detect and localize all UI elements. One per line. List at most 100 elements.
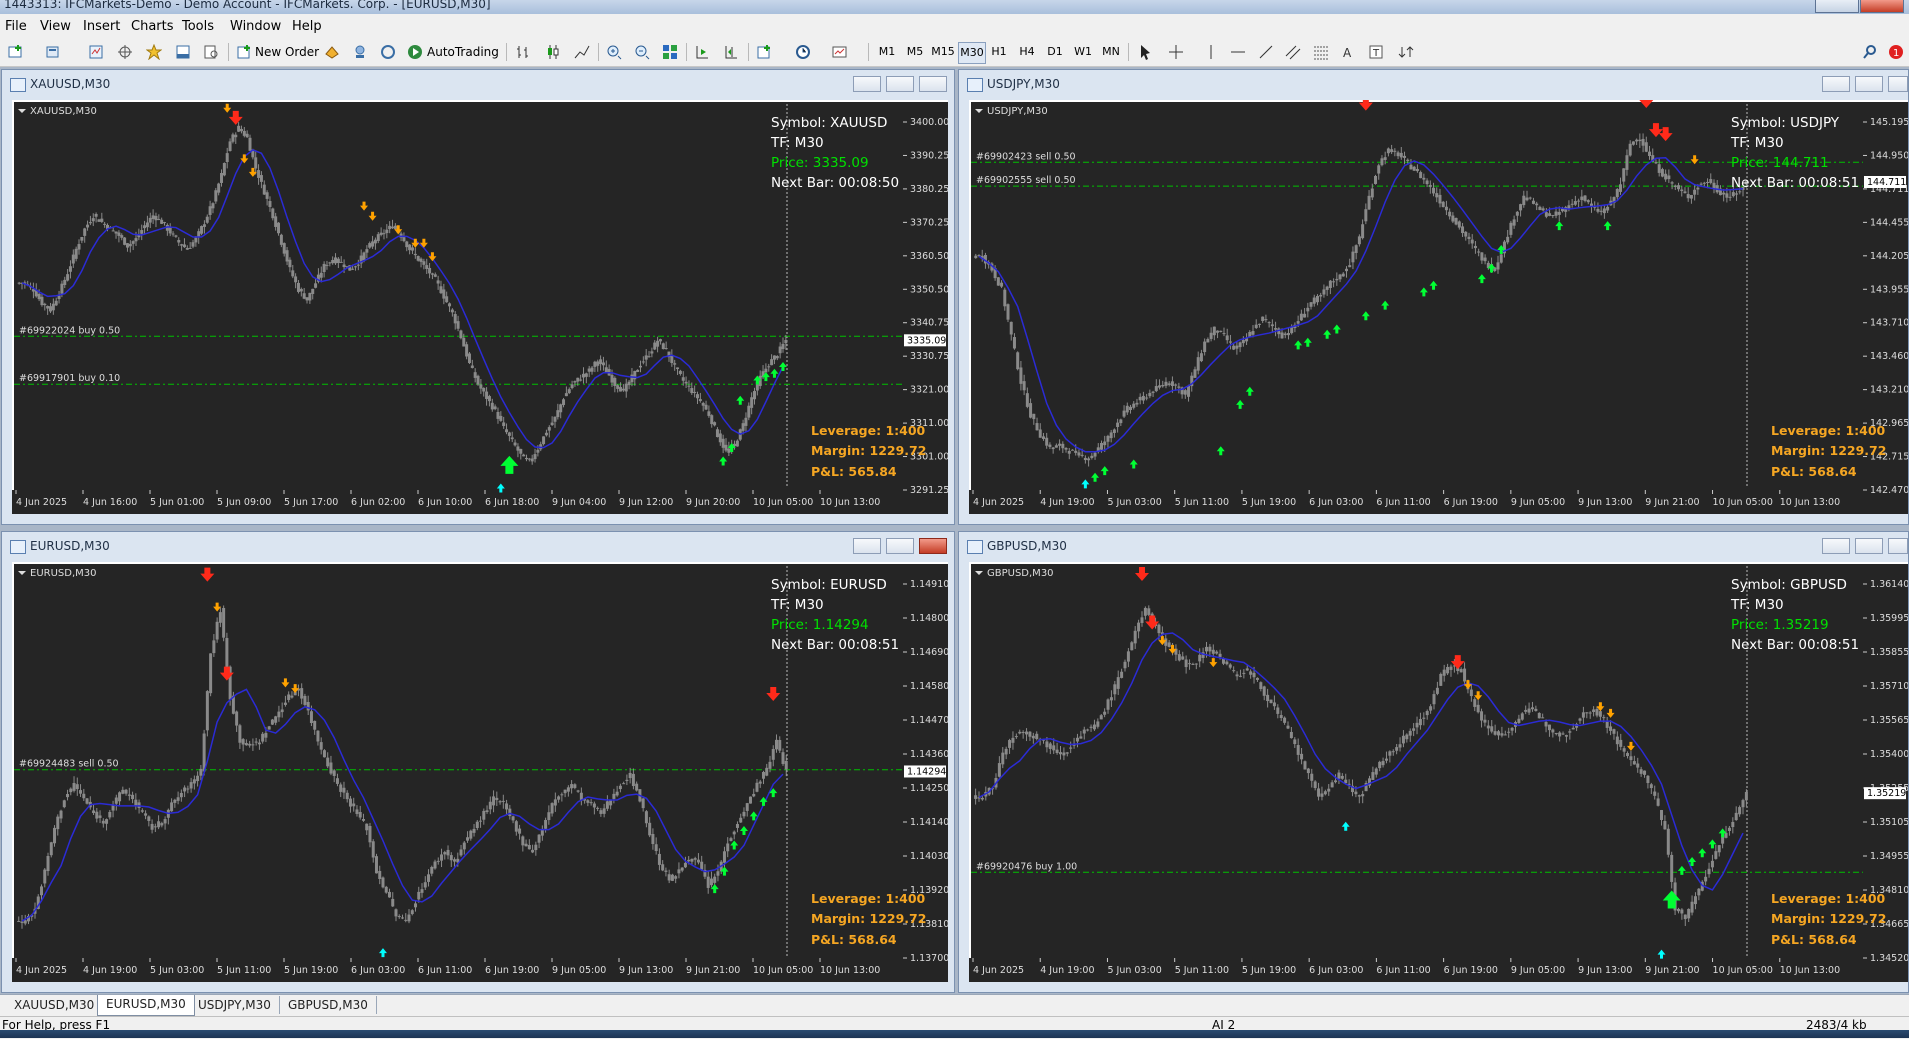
horizontal-line-icon[interactable] [1230,44,1246,60]
menu-help[interactable]: Help [292,19,322,34]
terminal-icon[interactable] [175,44,191,60]
close-app-button[interactable] [1860,0,1904,13]
menu-insert[interactable]: Insert [83,19,120,34]
market-icon[interactable] [380,44,396,60]
chart-symbol-label: USDJPY,M30 [987,106,1048,117]
window-minimize-button[interactable] [853,76,881,92]
chart-usdjpy[interactable]: USDJPY,M30 145.195 144.950 144.711 144.455 14… [969,100,1908,514]
zoom-in-icon[interactable] [606,44,622,60]
tf-h4[interactable]: H4 [1014,42,1040,62]
candle-body [1371,772,1375,780]
arrows-icon[interactable] [1398,44,1414,60]
title-bar: 1443313: IFCMarkets-Demo - Demo Account … [0,0,1909,14]
candle-body [101,820,105,824]
tf-m5[interactable]: M5 [902,42,928,62]
autotrading-icon[interactable] [407,44,423,60]
new-chart-icon[interactable] [8,44,24,60]
chart-window-usdjpy[interactable]: USDJPY,M30 USDJPY,M30 145.195 144.950 144.7… [958,69,1909,525]
window-restore-button[interactable] [1855,76,1883,92]
candle-body [698,399,702,402]
new-order-button[interactable]: New Order [255,42,319,62]
tab-gbpusd[interactable]: GBPUSD,M30 [280,996,377,1014]
candle-body [1588,712,1592,714]
candle-body [621,388,625,391]
candle-body [1527,708,1531,713]
templates-icon[interactable] [832,44,848,60]
candle-body [419,258,423,262]
text-label-icon[interactable]: T [1368,44,1384,60]
candle-body [557,796,561,800]
candlesticks-icon[interactable] [545,44,561,60]
signals-icon[interactable] [352,44,368,60]
autotrading-button[interactable]: AutoTrading [427,42,499,62]
chart-window-eurusd[interactable]: EURUSD,M30 EURUSD,M30 1.14910 1.14800 1.146… [1,531,955,993]
chart-shift-icon[interactable] [723,44,739,60]
tab-usdjpy[interactable]: USDJPY,M30 [190,996,280,1014]
window-minimize-button[interactable] [853,538,881,554]
window-close-button[interactable] [1888,76,1908,92]
chart-window-gbpusd[interactable]: GBPUSD,M30 GBPUSD,M30 1.36140 1.35995 1.358… [958,531,1909,993]
tile-windows-icon[interactable] [662,44,678,60]
data-window-icon[interactable] [117,44,133,60]
vertical-line-icon[interactable] [1203,44,1219,60]
tf-m30[interactable]: M30 [958,42,986,64]
menu-charts[interactable]: Charts [131,19,174,34]
text-icon[interactable]: A [1340,44,1356,60]
fibonacci-icon[interactable] [1313,44,1329,60]
notifications-icon[interactable]: 1 [1888,44,1904,60]
candle-body [329,762,333,774]
candle-body [285,250,289,262]
minimize-button[interactable] [1815,0,1859,13]
zoom-out-icon[interactable] [634,44,650,60]
window-restore-button[interactable] [886,538,914,554]
profiles-icon[interactable] [45,44,61,60]
strategy-tester-icon[interactable] [203,44,219,60]
tf-mn[interactable]: MN [1098,42,1124,62]
candle-body [257,742,261,745]
window-close-button[interactable] [919,538,947,554]
line-chart-icon[interactable] [574,44,590,60]
tf-h1[interactable]: H1 [986,42,1012,62]
window-restore-button[interactable] [1855,538,1883,554]
metaeditor-icon[interactable] [324,44,340,60]
x-tick-label: 9 Jun 13:00 [1578,965,1632,976]
new-order-icon[interactable] [236,44,252,60]
window-close-button[interactable] [1888,538,1908,554]
tf-m15[interactable]: M15 [930,42,956,62]
window-minimize-button[interactable] [1822,538,1850,554]
chart-xauusd[interactable]: XAUUSD,M30 3400.00 3390.25 3380.25 3370.25 33… [12,100,948,514]
tf-m1[interactable]: M1 [874,42,900,62]
window-minimize-button[interactable] [1822,76,1850,92]
x-tick-label: 5 Jun 11:00 [1175,497,1229,508]
window-restore-button[interactable] [886,76,914,92]
bar-chart-icon[interactable] [515,44,531,60]
search-icon[interactable] [1862,44,1878,60]
auto-scroll-icon[interactable] [694,44,710,60]
window-close-button[interactable] [919,76,947,92]
chart-window-xauusd[interactable]: XAUUSD,M30 XAUUSD,M30 3400.00 3390.25 3380.… [1,69,955,525]
menu-tools[interactable]: Tools [182,19,214,34]
channel-icon[interactable] [1285,44,1301,60]
tf-w1[interactable]: W1 [1070,42,1096,62]
candle-body [701,402,705,406]
chart-gbpusd[interactable]: GBPUSD,M30 1.36140 1.35995 1.35855 1.35710 1.… [969,562,1908,982]
candle-body [750,397,754,408]
trade-pnl: P&L: 568.64 [1771,464,1857,479]
cursor-icon[interactable] [1138,44,1154,60]
menu-view[interactable]: View [40,19,71,34]
market-watch-icon[interactable] [88,44,104,60]
trendline-icon[interactable] [1258,44,1274,60]
tf-d1[interactable]: D1 [1042,42,1068,62]
tab-eurusd[interactable]: EURUSD,M30 [97,995,195,1016]
menu-file[interactable]: File [5,19,27,34]
candle-body [1438,194,1442,204]
candle-body [674,876,678,879]
candle-body [291,270,295,277]
periods-icon[interactable] [795,44,811,60]
menu-window[interactable]: Window [230,19,281,34]
chart-eurusd[interactable]: EURUSD,M30 1.14910 1.14800 1.14690 1.14580 1.… [12,562,948,982]
indicators-icon[interactable] [757,44,773,60]
crosshair-icon[interactable] [1168,44,1184,60]
tab-xauusd[interactable]: XAUUSD,M30 [6,996,104,1014]
navigator-icon[interactable] [146,44,162,60]
